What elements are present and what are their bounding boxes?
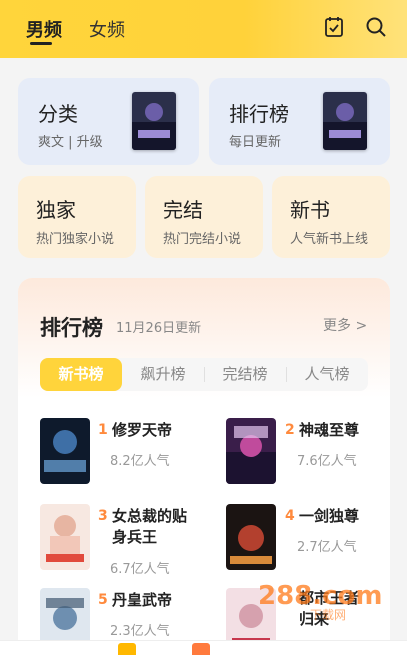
book-popularity: 6.7亿人气 — [110, 562, 170, 577]
tab-new-books[interactable]: 新书榜 — [40, 358, 122, 391]
svg-text:下载网: 下载网 — [310, 608, 346, 622]
svg-text:288.com: 288.com — [258, 581, 383, 611]
ranking-title: 排行榜 — [40, 316, 103, 340]
card-title: 独家 — [36, 198, 76, 222]
book-cover-image — [226, 418, 276, 484]
card-title: 分类 — [38, 102, 78, 126]
book-cover-image — [132, 92, 176, 150]
tab-popular[interactable]: 人气榜 — [286, 358, 368, 391]
book-popularity: 8.2亿人气 — [110, 454, 170, 469]
book-cover-image — [40, 418, 90, 484]
top-bar: 男频 女频 — [0, 0, 407, 58]
new-books-card[interactable]: 新书 人气新书上线 — [272, 176, 390, 258]
card-title: 完结 — [163, 198, 203, 222]
bottom-navigation-bar — [0, 640, 407, 655]
featured-nav-icon[interactable] — [192, 643, 210, 655]
card-title: 新书 — [290, 198, 330, 222]
tab-rising[interactable]: 飙升榜 — [122, 358, 204, 391]
book-rank: 3 — [98, 508, 108, 524]
ranking-tabs: 新书榜 飙升榜 完结榜 人气榜 — [40, 358, 368, 391]
book-rank: 2 — [285, 422, 295, 438]
active-tab-indicator — [30, 42, 52, 45]
category-card[interactable]: 分类 爽文 | 升级 — [18, 78, 199, 165]
book-rank: 1 — [98, 422, 108, 438]
ranking-more-link[interactable]: 更多 > — [323, 315, 367, 335]
tab-male[interactable]: 男频 — [26, 16, 62, 42]
site-watermark-logo: 288.com 下载网 — [258, 581, 383, 622]
completed-card[interactable]: 完结 热门完结小说 — [145, 176, 263, 258]
book-title: 修罗天帝 — [112, 421, 173, 439]
card-title: 排行榜 — [229, 102, 289, 126]
card-subtitle: 每日更新 — [229, 135, 282, 150]
calendar-check-icon[interactable] — [322, 15, 346, 39]
card-subtitle: 人气新书上线 — [290, 232, 369, 247]
exclusive-card[interactable]: 独家 热门独家小说 — [18, 176, 136, 258]
book-rank: 4 — [285, 508, 295, 524]
book-title: 丹皇武帝 — [112, 591, 173, 609]
book-cover-image — [226, 504, 276, 570]
book-popularity: 2.7亿人气 — [297, 540, 357, 555]
book-title: 女总裁的贴身兵王 — [112, 507, 188, 546]
tab-completed[interactable]: 完结榜 — [204, 358, 286, 391]
ranking-card[interactable]: 排行榜 每日更新 — [209, 78, 390, 165]
book-popularity: 2.3亿人气 — [110, 624, 170, 639]
book-title: 神魂至尊 — [299, 421, 360, 439]
book-cover-image — [40, 504, 90, 570]
card-subtitle: 爽文 | 升级 — [38, 135, 103, 150]
search-icon[interactable] — [364, 15, 388, 39]
tab-female[interactable]: 女频 — [89, 16, 125, 42]
card-subtitle: 热门独家小说 — [36, 232, 115, 247]
book-cover-image — [323, 92, 367, 150]
ranking-date: 11月26日更新 — [116, 321, 202, 336]
bookstore-nav-icon[interactable] — [118, 643, 136, 655]
book-rank: 5 — [98, 592, 108, 608]
card-subtitle: 热门完结小说 — [163, 232, 242, 247]
book-popularity: 7.6亿人气 — [297, 454, 357, 469]
book-title: 一剑独尊 — [299, 507, 360, 525]
